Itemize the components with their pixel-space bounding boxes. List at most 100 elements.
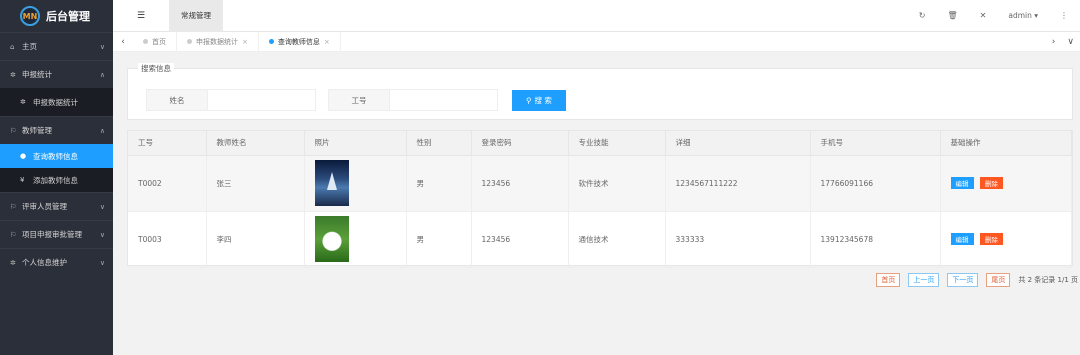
cell-detail: 333333: [665, 211, 811, 268]
edit-button[interactable]: 编辑: [950, 233, 974, 245]
submenu-teachers: ● 查询教师信息 ¥ 添加教师信息: [0, 144, 113, 192]
pagination: 首页 上一页 下一页 尾页 共 2 条记录 1/1 页: [876, 273, 1078, 287]
chevron-down-icon: ∨: [99, 230, 105, 239]
next-page-button[interactable]: 下一页: [947, 273, 979, 287]
home-icon: ⌂: [10, 42, 15, 51]
page-tabbar: ‹ 首页 申报数据统计 × 查询教师信息 × › ∨: [113, 31, 1080, 52]
close-icon[interactable]: ×: [242, 38, 248, 46]
table-row: T0002 张三 男 123456 软件技术 1234567111222 177…: [128, 155, 1072, 212]
teacher-table-container: 工号 教师姓名 照片 性别 登录密码 专业技能 详细 手机号 基础操作 T000…: [127, 130, 1073, 268]
cell-phone: 13912345678: [810, 211, 941, 268]
tab-general-management[interactable]: 常规管理: [169, 0, 223, 32]
last-page-button[interactable]: 尾页: [986, 273, 1011, 287]
col-header: 性别: [406, 131, 472, 156]
sidebar-item-label: 申报统计: [22, 70, 52, 79]
logo-icon: MN: [20, 6, 40, 26]
cell-name: 李四: [206, 211, 305, 268]
gear-icon: ✲: [10, 70, 16, 79]
refresh-icon[interactable]: ↻: [919, 11, 926, 20]
table-row: T0003 李四 男 123456 通信技术 333333 1391234567…: [128, 211, 1072, 268]
sidebar-item-project-approval[interactable]: ⚐ 项目申报审批管理 ∨: [0, 220, 113, 248]
pagination-info: 共 2 条记录 1/1 页: [1018, 276, 1078, 284]
sidebar-item-label: 主页: [22, 42, 37, 51]
cell-skill: 软件技术: [568, 155, 666, 212]
cell-actions: 编辑 删除: [940, 155, 1072, 212]
search-button-label: 搜 索: [534, 96, 552, 105]
chevron-up-icon: ∧: [99, 70, 105, 79]
chevron-down-icon: ∨: [99, 42, 105, 51]
first-page-button[interactable]: 首页: [876, 273, 901, 287]
sidebar-menu: ⌂ 主页 ∨ ✲ 申报统计 ∧ ✲ 申报数据统计 ⚐ 教师管理 ∧ ● 查询教师…: [0, 32, 113, 276]
cell-gender: 男: [406, 211, 472, 268]
tab-home[interactable]: 首页: [133, 31, 177, 52]
teacher-photo: [314, 160, 349, 206]
sidebar-item-label: 项目申报审批管理: [22, 230, 82, 239]
sidebar-item-query-teacher[interactable]: ● 查询教师信息: [0, 144, 113, 168]
dot-icon: [143, 39, 148, 44]
more-icon[interactable]: ⋮: [1060, 11, 1068, 20]
col-header: 专业技能: [568, 131, 666, 156]
id-input[interactable]: [389, 90, 497, 110]
prev-page-button[interactable]: 上一页: [908, 273, 940, 287]
chevron-up-icon: ∧: [99, 126, 105, 135]
cell-actions: 编辑 删除: [940, 211, 1072, 268]
gear-icon: ✲: [10, 258, 16, 267]
name-label: 姓名: [169, 95, 185, 105]
gear-icon: ✲: [20, 98, 26, 106]
sidebar-item-label: 申报数据统计: [33, 97, 78, 107]
sidebar-item-stats[interactable]: ✲ 申报统计 ∧: [0, 60, 113, 88]
flag-icon: ⚐: [10, 126, 17, 135]
menu-toggle-icon[interactable]: ☰: [113, 11, 169, 21]
tabbar-right-controls: › ∨: [1052, 37, 1080, 47]
user-menu[interactable]: admin ▾: [1008, 11, 1038, 20]
sidebar-item-add-teacher[interactable]: ¥ 添加教师信息: [0, 168, 113, 192]
search-button[interactable]: ⚲ 搜 索: [512, 90, 566, 111]
cell-id: T0002: [128, 155, 207, 212]
flag-icon: ⚐: [10, 230, 17, 239]
cell-detail: 1234567111222: [665, 155, 811, 212]
name-input[interactable]: [207, 90, 315, 110]
chevron-right-icon[interactable]: ›: [1052, 37, 1056, 47]
top-header: ☰ 常规管理 ↻ 🗑 ✕ admin ▾ ⋮: [113, 0, 1080, 32]
search-legend: 搜索信息: [138, 63, 174, 74]
brand-title: 后台管理: [46, 10, 90, 23]
sidebar-item-home[interactable]: ⌂ 主页 ∨: [0, 32, 113, 60]
fullscreen-icon[interactable]: ✕: [980, 11, 987, 20]
chevron-down-icon: ∨: [99, 202, 105, 211]
col-header: 基础操作: [940, 131, 1072, 156]
close-icon[interactable]: ×: [324, 38, 330, 46]
flag-icon: ⚐: [10, 202, 17, 211]
cell-id: T0003: [128, 211, 207, 268]
sidebar-item-label: 个人信息维护: [22, 258, 67, 267]
tab-query-teacher[interactable]: 查询教师信息 ×: [259, 31, 341, 52]
search-panel: 搜索信息 姓名 工号 ⚲ 搜 索: [127, 63, 1073, 120]
delete-button[interactable]: 删除: [979, 177, 1003, 189]
header-tools: ↻ 🗑 ✕ admin ▾ ⋮: [919, 11, 1080, 20]
delete-button[interactable]: 删除: [979, 233, 1003, 245]
sidebar-item-reviewers[interactable]: ⚐ 评审人员管理 ∨: [0, 192, 113, 220]
trash-icon[interactable]: 🗑: [947, 11, 957, 20]
col-header: 详细: [665, 131, 811, 156]
dot-icon: [187, 39, 192, 44]
sidebar-item-declaration-stats[interactable]: ✲ 申报数据统计: [0, 88, 113, 116]
tab-declaration-stats[interactable]: 申报数据统计 ×: [177, 31, 259, 52]
chevron-left-icon[interactable]: ‹: [113, 37, 133, 47]
teacher-photo: [314, 216, 349, 262]
cell-gender: 男: [406, 155, 472, 212]
sidebar-item-label: 评审人员管理: [22, 202, 67, 211]
table-header-row: 工号 教师姓名 照片 性别 登录密码 专业技能 详细 手机号 基础操作: [128, 131, 1072, 156]
edit-button[interactable]: 编辑: [950, 177, 974, 189]
sidebar-item-label: 教师管理: [22, 126, 52, 135]
yen-icon: ¥: [20, 176, 25, 184]
sidebar-item-teachers[interactable]: ⚐ 教师管理 ∧: [0, 116, 113, 144]
dot-icon: [268, 39, 274, 44]
sidebar-item-profile[interactable]: ✲ 个人信息维护 ∨: [0, 248, 113, 276]
tab-label: 申报数据统计: [196, 37, 238, 46]
tab-label: 查询教师信息: [277, 37, 320, 46]
chevron-down-icon[interactable]: ∨: [1067, 37, 1074, 47]
dot-icon: ●: [20, 152, 27, 160]
col-header: 照片: [304, 131, 407, 156]
tab-label: 首页: [152, 37, 166, 46]
col-header: 登录密码: [471, 131, 569, 156]
cell-phone: 17766091166: [810, 155, 941, 212]
